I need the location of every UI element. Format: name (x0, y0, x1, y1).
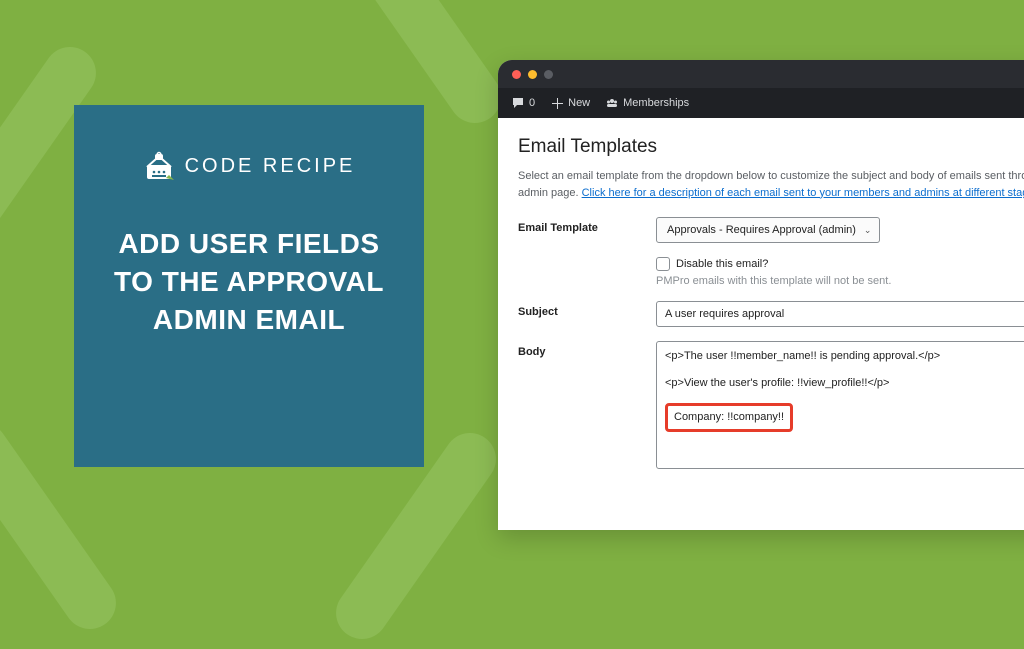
adminbar-comments[interactable]: 0 (512, 97, 535, 109)
hero-title: ADD USER FIELDS TO THE APPROVAL ADMIN EM… (104, 225, 394, 338)
email-template-select[interactable]: Approvals - Requires Approval (admin) ⌄ (656, 217, 880, 243)
memberships-icon (606, 97, 618, 109)
new-label: New (568, 97, 590, 109)
body-line-2: <p>View the user's profile: !!view_profi… (665, 375, 1024, 392)
subject-input[interactable] (656, 301, 1024, 327)
code-recipe-logo-icon (143, 151, 175, 181)
body-textarea[interactable]: <p>The user !!member_name!! is pending a… (656, 341, 1024, 469)
disable-email-checkbox[interactable] (656, 257, 670, 271)
row-email-template: Email Template Approvals - Requires Appr… (518, 217, 1024, 243)
body-line-1: <p>The user !!member_name!! is pending a… (665, 348, 1024, 365)
window-minimize-icon[interactable] (528, 70, 537, 79)
disable-label: Disable this email? (676, 258, 768, 270)
adminbar-memberships[interactable]: Memberships (606, 97, 689, 109)
browser-window: 0 New Memberships Email Templates Select… (498, 60, 1024, 530)
row-subject: Subject (518, 301, 1024, 327)
body-highlight-text: Company: !!company!! (674, 411, 784, 423)
chevron-down-icon: ⌄ (864, 225, 872, 236)
comments-count: 0 (529, 97, 535, 109)
hero-card: CODE RECIPE ADD USER FIELDS TO THE APPRO… (74, 105, 424, 467)
row-body: Body <p>The user !!member_name!! is pend… (518, 341, 1024, 469)
label-email-template: Email Template (518, 217, 656, 234)
plus-icon (551, 97, 563, 109)
disable-helper: PMPro emails with this template will not… (656, 275, 1024, 287)
wp-admin-bar: 0 New Memberships (498, 88, 1024, 118)
brand-name: CODE RECIPE (185, 155, 356, 178)
window-titlebar (498, 60, 1024, 88)
memberships-label: Memberships (623, 97, 689, 109)
window-maximize-icon[interactable] (544, 70, 553, 79)
brand-row: CODE RECIPE (143, 151, 356, 181)
intro-line1: Select an email template from the dropdo… (518, 170, 1024, 182)
adminbar-new[interactable]: New (551, 97, 590, 109)
window-close-icon[interactable] (512, 70, 521, 79)
body-highlight: Company: !!company!! (665, 403, 793, 432)
page-title: Email Templates (518, 136, 1024, 158)
label-body: Body (518, 341, 656, 358)
label-subject: Subject (518, 301, 656, 318)
select-value: Approvals - Requires Approval (admin) (667, 224, 856, 236)
intro-text: Select an email template from the dropdo… (518, 168, 1024, 201)
page-body: Email Templates Select an email template… (498, 118, 1024, 469)
label-empty (518, 257, 656, 262)
intro-line2: admin page. (518, 187, 582, 199)
row-disable: Disable this email? PMPro emails with th… (518, 257, 1024, 287)
intro-link[interactable]: Click here for a description of each ema… (582, 187, 1024, 199)
comment-icon (512, 97, 524, 109)
